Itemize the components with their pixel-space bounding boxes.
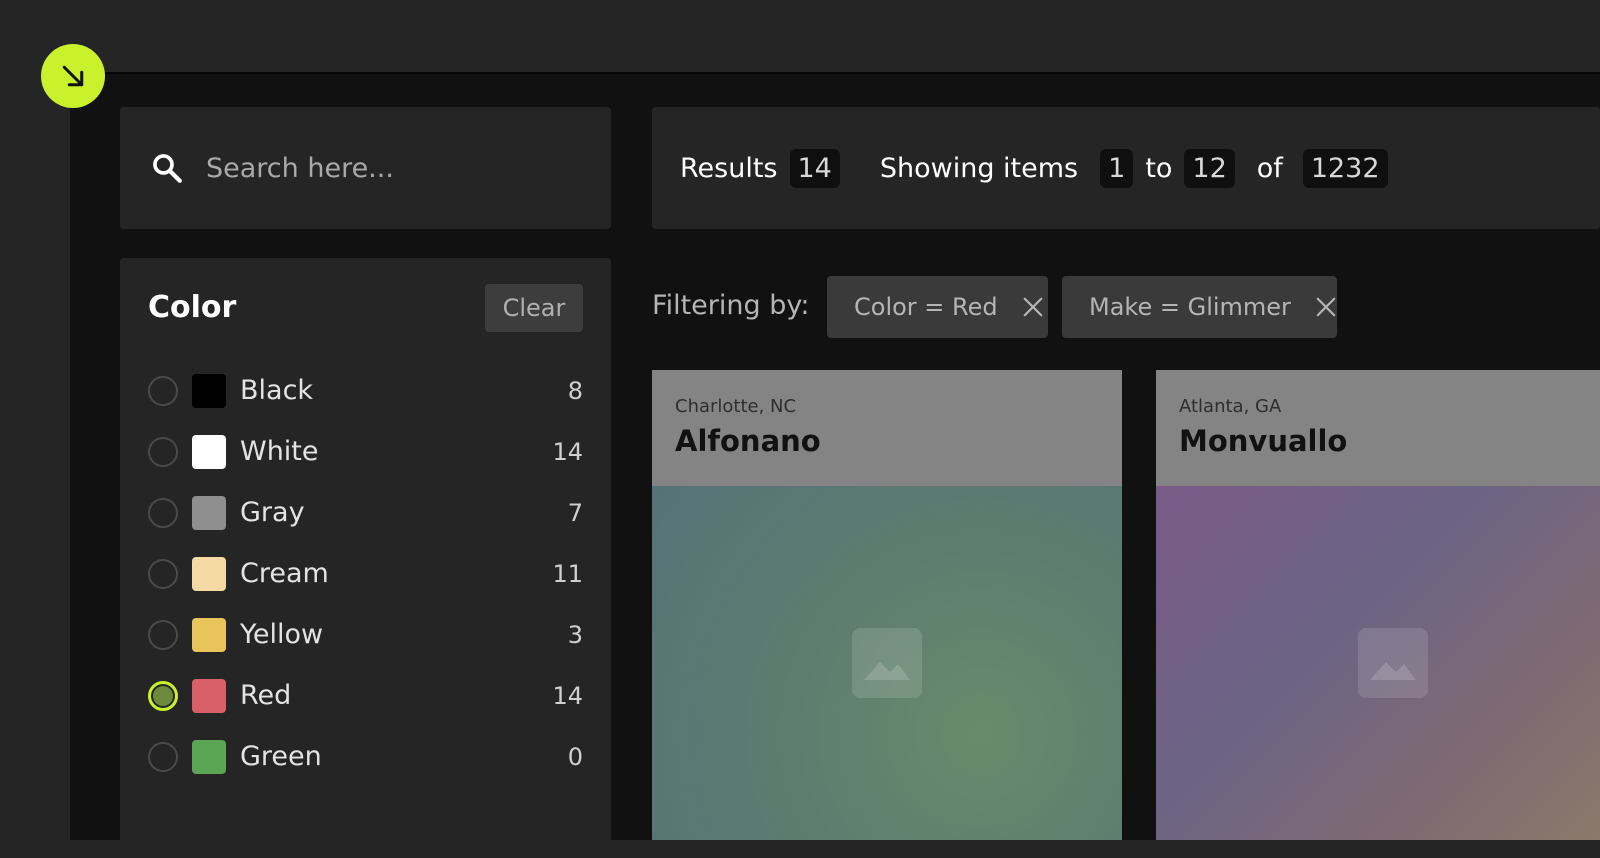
arrow-down-right-icon <box>62 65 84 87</box>
chip-label: Color = Red <box>854 293 998 321</box>
results-count-badge: 14 <box>789 148 840 188</box>
of-label: of <box>1256 152 1283 184</box>
color-count: 7 <box>567 498 583 527</box>
color-label: Cream <box>240 558 329 589</box>
color-radio[interactable] <box>148 680 178 711</box>
color-label: Yellow <box>240 619 324 650</box>
image-placeholder-icon <box>852 628 922 698</box>
color-count: 14 <box>552 681 583 710</box>
color-option-yellow[interactable]: Yellow 3 <box>148 604 583 665</box>
result-card[interactable]: Atlanta, GA Monvuallo <box>1156 370 1600 840</box>
search-input[interactable] <box>204 151 588 185</box>
color-swatch <box>192 556 226 591</box>
color-option-gray[interactable]: Gray 7 <box>148 482 583 543</box>
image-placeholder-icon <box>1358 628 1428 698</box>
color-option-white[interactable]: White 14 <box>148 421 583 482</box>
color-option-list: Black 8 White 14 Gray 7 Cream 11 Yellow 3 Red 14 Gre… <box>148 360 583 787</box>
total-badge: 1232 <box>1302 148 1388 188</box>
card-title: Alfonano <box>675 424 821 458</box>
card-location: Charlotte, NC <box>675 396 797 417</box>
showing-label: Showing items <box>879 152 1079 184</box>
color-label: Red <box>240 680 292 711</box>
results-summary: Results 14 Showing items 1 to 12 of 1232 <box>652 107 1600 229</box>
card-image <box>652 486 1122 840</box>
color-swatch <box>192 495 226 530</box>
search-box <box>120 107 611 229</box>
search-icon <box>150 151 184 185</box>
color-option-red[interactable]: Red 14 <box>148 665 583 726</box>
color-radio[interactable] <box>148 741 178 772</box>
color-swatch <box>192 678 226 713</box>
color-radio[interactable] <box>148 375 178 406</box>
top-bar <box>0 0 1600 72</box>
result-card[interactable]: Charlotte, NC Alfonano <box>652 370 1122 840</box>
color-option-black[interactable]: Black 8 <box>148 360 583 421</box>
color-swatch <box>192 434 226 469</box>
color-swatch <box>192 739 226 774</box>
card-location: Atlanta, GA <box>1179 396 1282 417</box>
color-filter-panel: Color Clear Black 8 White 14 Gray 7 Cream 11 Yel… <box>120 258 611 858</box>
color-radio[interactable] <box>148 436 178 467</box>
color-swatch <box>192 373 226 408</box>
color-count: 8 <box>567 376 583 405</box>
filter-title: Color <box>148 290 237 325</box>
color-count: 14 <box>552 437 583 466</box>
close-icon[interactable] <box>1022 296 1044 318</box>
range-start-badge: 1 <box>1100 148 1134 188</box>
color-label: White <box>240 436 319 467</box>
card-title: Monvuallo <box>1179 424 1348 458</box>
color-radio[interactable] <box>148 558 178 589</box>
chip-label: Make = Glimmer <box>1089 293 1291 321</box>
color-label: Gray <box>240 497 305 528</box>
results-label: Results <box>680 152 778 184</box>
color-count: 11 <box>552 559 583 588</box>
color-option-green[interactable]: Green 0 <box>148 726 583 787</box>
color-count: 0 <box>567 742 583 771</box>
color-swatch <box>192 617 226 652</box>
to-label: to <box>1145 152 1173 184</box>
filter-chip-color[interactable]: Color = Red <box>827 276 1048 338</box>
expand-button[interactable] <box>41 44 105 108</box>
range-end-badge: 12 <box>1184 148 1235 188</box>
filter-chip-make[interactable]: Make = Glimmer <box>1062 276 1337 338</box>
color-label: Green <box>240 741 322 772</box>
color-radio[interactable] <box>148 497 178 528</box>
clear-button[interactable]: Clear <box>485 284 583 332</box>
color-count: 3 <box>567 620 583 649</box>
close-icon[interactable] <box>1315 296 1337 318</box>
color-label: Black <box>240 375 314 406</box>
filtering-by-label: Filtering by: <box>652 290 810 321</box>
color-radio[interactable] <box>148 619 178 650</box>
color-option-cream[interactable]: Cream 11 <box>148 543 583 604</box>
card-image <box>1156 486 1600 840</box>
